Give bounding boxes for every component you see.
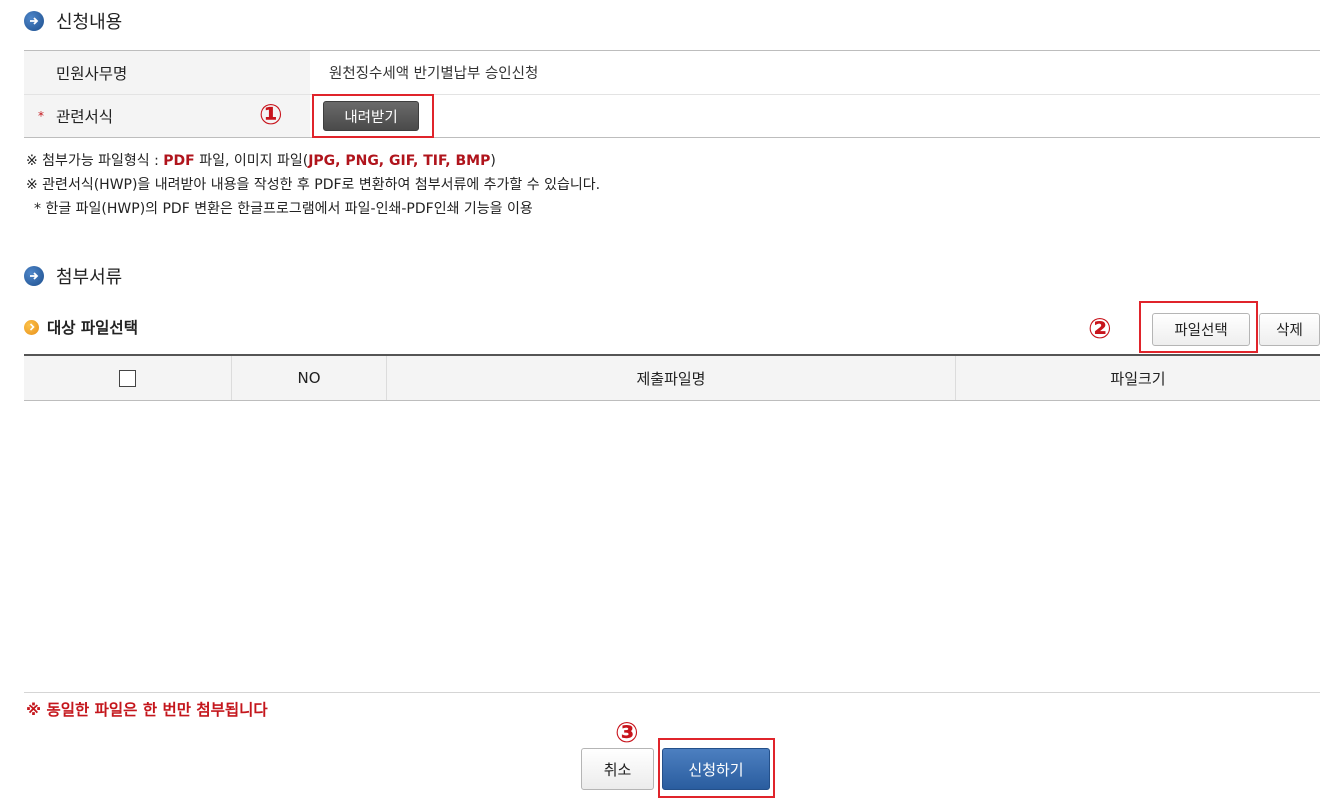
header-select-all: [24, 356, 231, 400]
delete-file-button[interactable]: 삭제: [1259, 313, 1320, 346]
annotation-marker-2: ②: [1088, 312, 1112, 345]
select-file-button[interactable]: 파일선택: [1152, 313, 1250, 346]
chevron-right-circle-icon: [24, 319, 39, 335]
info-label: 관련서식: [56, 108, 114, 126]
note-line-formats: ※ 첨부가능 파일형식 : PDF 파일, 이미지 파일(JPG, PNG, G…: [26, 149, 600, 173]
application-info-table: 민원사무명 원천징수세액 반기별납부 승인신청 * 관련서식 내려받기: [24, 50, 1320, 138]
note-text: ※ 첨부가능 파일형식 :: [26, 153, 164, 169]
annotation-marker-3: ③: [615, 716, 639, 749]
select-all-checkbox[interactable]: [119, 369, 136, 387]
header-no: NO: [231, 356, 386, 400]
info-row-service-name: 민원사무명 원천징수세액 반기별납부 승인신청: [24, 51, 1320, 94]
required-mark: *: [38, 109, 44, 123]
info-value: 원천징수세액 반기별납부 승인신청: [329, 66, 539, 82]
note-line-convert: ※ 관련서식(HWP)을 내려받아 내용을 작성한 후 PDF로 변환하여 첨부…: [26, 177, 601, 193]
info-value-cell: 내려받기: [310, 95, 1320, 137]
duplicate-file-warning: ※ 동일한 파일은 한 번만 첨부됩니다: [26, 701, 268, 719]
subsection-title-text: 대상 파일선택: [47, 319, 138, 337]
note-highlight: PDF: [163, 153, 195, 169]
arrow-right-circle-icon: [24, 11, 44, 31]
arrow-right-circle-icon: [24, 266, 44, 286]
note-text: ): [490, 153, 496, 169]
cancel-button[interactable]: 취소: [581, 748, 654, 790]
submit-application-button[interactable]: 신청하기: [662, 748, 770, 790]
divider: [24, 692, 1320, 693]
section-title-text: 첨부서류: [56, 267, 123, 288]
file-table-header: NO 제출파일명 파일크기: [24, 356, 1320, 401]
subsection-title-file-select: 대상 파일선택: [24, 316, 138, 338]
file-table: NO 제출파일명 파일크기: [24, 354, 1320, 401]
section-title-text: 신청내용: [56, 12, 123, 33]
header-file-size: 파일크기: [955, 356, 1320, 400]
note-text: 파일, 이미지 파일(: [194, 153, 309, 169]
info-row-related-form: * 관련서식 내려받기: [24, 94, 1320, 137]
section-title-attachments: 첨부서류: [24, 263, 122, 289]
note-highlight: JPG, PNG, GIF, TIF, BMP: [308, 153, 491, 169]
header-file-name: 제출파일명: [386, 356, 955, 400]
info-label: 민원사무명: [24, 51, 310, 94]
highlight-box-download: [312, 94, 434, 138]
section-title-application: 신청내용: [24, 8, 122, 34]
annotation-marker-1: ①: [259, 98, 283, 131]
note-line-hwp: * 한글 파일(HWP)의 PDF 변환은 한글프로그램에서 파일-인쇄-PDF…: [34, 201, 533, 217]
attachment-notes: ※ 첨부가능 파일형식 : PDF 파일, 이미지 파일(JPG, PNG, G…: [26, 149, 600, 221]
